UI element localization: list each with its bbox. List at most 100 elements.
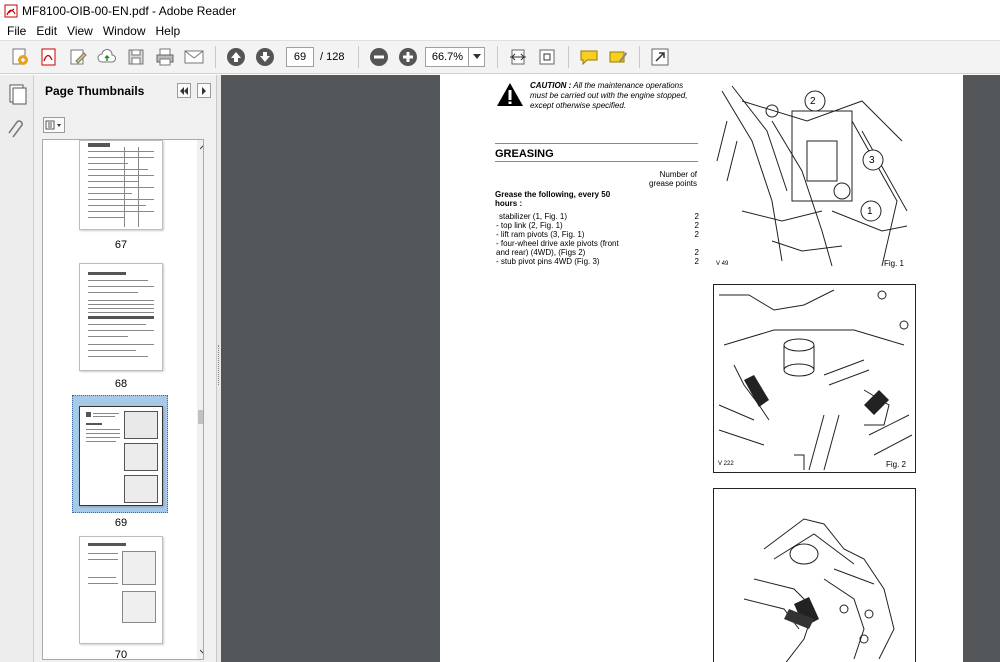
window-title: MF8100-OIB-00-EN.pdf - Adobe Reader <box>22 3 237 18</box>
section-title: GREASING <box>495 148 554 160</box>
zoom-out-button[interactable] <box>367 45 391 69</box>
figure-code: V 222 <box>718 461 734 467</box>
comment-button[interactable] <box>577 45 601 69</box>
toolbar-separator <box>497 46 499 68</box>
envelope-icon <box>184 50 204 64</box>
drive-axle-illustration <box>718 289 913 471</box>
printer-icon <box>156 48 174 66</box>
scroll-down-button[interactable] <box>197 645 203 659</box>
figure-label: Fig. 1 <box>884 259 905 268</box>
caution-note: CAUTION : All the maintenance operations… <box>530 81 700 111</box>
expand-button[interactable] <box>648 45 672 69</box>
open-pdf-button[interactable] <box>37 45 61 69</box>
page-thumbnails-tab[interactable] <box>6 83 28 105</box>
grease-item: - top link (2, Fig. 1) 2 <box>496 221 699 230</box>
fit-width-icon <box>539 49 555 65</box>
stub-pivot-illustration <box>743 518 895 662</box>
previous-page-button[interactable] <box>224 45 248 69</box>
collapse-panel-button[interactable] <box>177 83 191 98</box>
section-rule <box>495 143 698 144</box>
menu-bar: File Edit View Window Help <box>0 21 1000 40</box>
splitter-grip[interactable] <box>218 345 220 385</box>
menu-edit[interactable]: Edit <box>33 24 64 38</box>
thumbnails-title: Page Thumbnails <box>45 84 145 98</box>
pdf-page: CAUTION : All the maintenance operations… <box>440 75 963 662</box>
grease-item-count: 2 <box>694 257 699 266</box>
page-number-input[interactable]: 69 <box>286 47 314 67</box>
highlighter-icon <box>609 51 628 63</box>
column-header: Number of grease points <box>648 170 697 188</box>
grease-item-count: 2 <box>694 212 699 221</box>
menu-help[interactable]: Help <box>153 24 188 38</box>
chevron-right-icon <box>202 86 206 95</box>
save-icon <box>128 49 144 65</box>
thumbnail-page-70[interactable] <box>79 536 163 644</box>
fit-page-icon <box>510 49 527 65</box>
zoom-in-button[interactable] <box>396 45 420 69</box>
print-button[interactable] <box>153 45 177 69</box>
figure-1: 2 3 1 V 49 Fig. 1 <box>712 81 915 269</box>
adobe-pdf-icon <box>41 48 56 66</box>
grease-item-text: - four-wheel drive axle pivots (front <box>496 239 619 248</box>
scroll-up-button[interactable] <box>197 140 203 154</box>
thumbnail-label: 70 <box>114 649 128 660</box>
navigation-rail <box>0 75 34 662</box>
thumbnail-label: 67 <box>114 239 128 251</box>
thumbnail-page-69[interactable] <box>79 406 163 506</box>
speech-bubble-icon <box>580 50 598 66</box>
upload-button[interactable] <box>95 45 119 69</box>
thumbnail-options-button[interactable] <box>43 117 65 133</box>
grease-item-text: and rear) (4WD), (Figs 2) <box>496 248 586 257</box>
fit-page-button[interactable] <box>506 45 530 69</box>
grease-intro: Grease the following, every 50 hours : <box>495 190 611 208</box>
thumbnails-panel: Page Thumbnails 67 68 69 70 <box>34 75 217 662</box>
save-button[interactable] <box>124 45 148 69</box>
email-button[interactable] <box>182 45 206 69</box>
linkage-illustration <box>716 85 908 267</box>
highlight-button[interactable] <box>606 45 630 69</box>
page-total: / 128 <box>320 51 345 63</box>
document-view[interactable]: CAUTION : All the maintenance operations… <box>221 75 1000 662</box>
zoom-level-input[interactable]: 66.7% <box>425 47 470 67</box>
attachments-tab[interactable] <box>6 119 28 141</box>
fit-width-button[interactable] <box>535 45 559 69</box>
grease-item: - four-wheel drive axle pivots (front <box>496 239 699 248</box>
grease-item: stabilizer (1, Fig. 1) 2 <box>496 212 699 221</box>
menu-window[interactable]: Window <box>100 24 153 38</box>
grease-item: and rear) (4WD), (Figs 2) 2 <box>496 248 699 257</box>
figure-label: Fig. 2 <box>886 460 907 469</box>
grease-item-text: - lift ram pivots (3, Fig. 1) <box>496 230 585 239</box>
scroll-thumb[interactable] <box>198 410 203 424</box>
callout-2: 2 <box>810 96 816 107</box>
grease-item-text: - stub pivot pins 4WD (Fig. 3) <box>496 257 600 266</box>
toolbar-separator <box>215 46 216 68</box>
chevron-down-icon <box>200 649 203 654</box>
figure-code: V 49 <box>716 261 729 267</box>
menu-file[interactable]: File <box>4 24 33 38</box>
thumbnail-page-68[interactable] <box>79 263 163 371</box>
grease-item: - stub pivot pins 4WD (Fig. 3) 2 <box>496 257 699 266</box>
thumbnail-list[interactable]: 67 68 69 70 <box>42 139 204 660</box>
section-rule <box>495 161 698 162</box>
panel-next-button[interactable] <box>197 83 211 98</box>
title-bar: MF8100-OIB-00-EN.pdf - Adobe Reader <box>0 0 1000 21</box>
chevron-up-icon <box>200 145 203 150</box>
menu-view[interactable]: View <box>64 24 100 38</box>
adobe-reader-icon <box>4 4 18 17</box>
grease-item-count: 2 <box>694 230 699 239</box>
options-menu-icon <box>45 120 61 130</box>
create-pdf-button[interactable] <box>8 45 32 69</box>
thumbnail-scrollbar[interactable] <box>197 140 203 659</box>
zoom-dropdown-button[interactable] <box>469 47 486 67</box>
callout-3: 3 <box>869 155 875 166</box>
toolbar-separator <box>568 46 570 68</box>
figure-2: V 222 Fig. 2 <box>713 284 916 473</box>
edit-button[interactable] <box>66 45 90 69</box>
next-page-button[interactable] <box>253 45 277 69</box>
toolbar-separator <box>639 46 641 68</box>
grease-item: - lift ram pivots (3, Fig. 1) 2 <box>496 230 699 239</box>
create-pdf-icon <box>12 48 28 65</box>
document-margin <box>963 75 1000 662</box>
grease-item-text: stabilizer (1, Fig. 1) <box>499 212 568 221</box>
thumbnail-page-67[interactable] <box>79 140 163 230</box>
